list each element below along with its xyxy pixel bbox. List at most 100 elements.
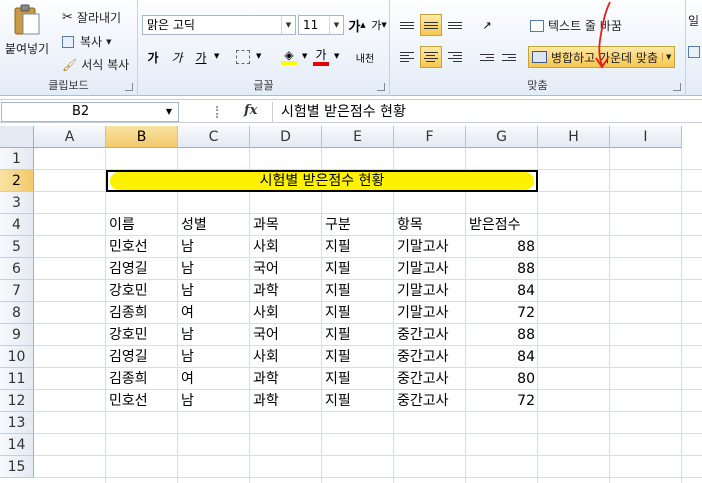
table-cell[interactable]: 여 <box>178 302 250 324</box>
copy-button[interactable]: 복사 ▼ <box>62 33 111 50</box>
align-left-button[interactable] <box>396 46 418 68</box>
table-cell[interactable]: 72 <box>466 390 538 412</box>
align-bottom-button[interactable] <box>444 14 466 36</box>
clipboard-launcher-icon[interactable] <box>125 83 133 91</box>
table-cell[interactable]: 과학 <box>250 368 322 390</box>
table-cell[interactable]: 88 <box>466 324 538 346</box>
format-painter-button[interactable]: 🖌 서식 복사 <box>62 56 129 73</box>
table-cell[interactable]: 국어 <box>250 258 322 280</box>
select-all-corner[interactable] <box>0 126 34 148</box>
merge-dropdown-icon[interactable]: ▼ <box>662 53 671 61</box>
font-color-dropdown-icon[interactable]: ▼ <box>334 52 339 60</box>
fill-color-button[interactable]: ◈ <box>278 46 300 68</box>
table-cell[interactable]: 과학 <box>250 280 322 302</box>
underline-dropdown-icon[interactable]: ▼ <box>214 52 219 60</box>
table-cell[interactable]: 사회 <box>250 302 322 324</box>
row-header-1[interactable]: 1 <box>0 148 34 170</box>
table-cell[interactable]: 지필 <box>322 390 394 412</box>
table-cell[interactable]: 지필 <box>322 324 394 346</box>
copy-dropdown-icon[interactable]: ▼ <box>106 38 111 46</box>
row-header-8[interactable]: 8 <box>0 302 34 324</box>
table-cell[interactable]: 88 <box>466 258 538 280</box>
name-box-dropdown-icon[interactable]: ▼ <box>166 103 172 121</box>
column-header-e[interactable]: E <box>322 126 394 148</box>
table-cell[interactable]: 84 <box>466 280 538 302</box>
title-cell-b2[interactable]: 시험별 받은점수 현황 <box>106 170 538 192</box>
increase-indent-button[interactable] <box>498 46 520 68</box>
bold-button[interactable]: 가 <box>142 46 164 68</box>
align-top-button[interactable] <box>396 14 418 36</box>
table-cell[interactable]: 과학 <box>250 390 322 412</box>
table-header-cell[interactable]: 이름 <box>106 214 178 236</box>
row-header-11[interactable]: 11 <box>0 368 34 390</box>
underline-button[interactable]: 가 <box>190 46 212 68</box>
table-cell[interactable]: 기말고사 <box>394 236 466 258</box>
column-header-g[interactable]: G <box>466 126 538 148</box>
row-header-5[interactable]: 5 <box>0 236 34 258</box>
number-group-partial[interactable]: 일 <box>688 12 699 29</box>
table-cell[interactable]: 남 <box>178 236 250 258</box>
table-cell[interactable]: 강호민 <box>106 324 178 346</box>
table-cell[interactable]: 지필 <box>322 302 394 324</box>
table-cell[interactable]: 여 <box>178 368 250 390</box>
table-cell[interactable]: 지필 <box>322 346 394 368</box>
phonetic-button[interactable]: 내천 <box>350 46 380 68</box>
font-name-combo[interactable]: 맑은 고딕 ▼ <box>142 15 296 35</box>
alignment-launcher-icon[interactable] <box>673 83 681 91</box>
fill-color-dropdown-icon[interactable]: ▼ <box>302 52 307 60</box>
table-cell[interactable]: 민호선 <box>106 236 178 258</box>
table-cell[interactable]: 김영길 <box>106 258 178 280</box>
table-cell[interactable]: 남 <box>178 346 250 368</box>
table-cell[interactable]: 남 <box>178 280 250 302</box>
table-cell[interactable]: 김종희 <box>106 302 178 324</box>
row-header-15[interactable]: 15 <box>0 456 34 478</box>
paste-button[interactable]: 붙여넣기 <box>4 4 50 62</box>
table-header-cell[interactable]: 성별 <box>178 214 250 236</box>
table-cell[interactable]: 강호민 <box>106 280 178 302</box>
column-header-a[interactable]: A <box>34 126 106 148</box>
spreadsheet-grid[interactable]: ABCDEFGHI 1 2 3 4 5 6 7 8 9 10 11 12 13 14 15 시험별 받은점수… <box>0 126 702 483</box>
table-cell[interactable]: 남 <box>178 324 250 346</box>
table-cell[interactable]: 중간고사 <box>394 368 466 390</box>
table-cell[interactable]: 88 <box>466 236 538 258</box>
table-cell[interactable]: 84 <box>466 346 538 368</box>
orientation-button[interactable]: ↗ <box>476 14 498 36</box>
table-cell[interactable]: 지필 <box>322 236 394 258</box>
table-cell[interactable]: 중간고사 <box>394 390 466 412</box>
number-format-partial[interactable] <box>688 46 700 58</box>
grow-font-button[interactable]: 가 ▲ <box>346 14 368 36</box>
table-cell[interactable]: 72 <box>466 302 538 324</box>
decrease-indent-button[interactable] <box>476 46 498 68</box>
align-right-button[interactable] <box>444 46 466 68</box>
row-header-4[interactable]: 4 <box>0 214 34 236</box>
table-cell[interactable]: 남 <box>178 390 250 412</box>
shrink-font-button[interactable]: 가 ▼ <box>368 14 390 36</box>
table-cell[interactable]: 김종희 <box>106 368 178 390</box>
border-button[interactable] <box>232 46 254 68</box>
table-cell[interactable]: 지필 <box>322 258 394 280</box>
table-cell[interactable]: 중간고사 <box>394 324 466 346</box>
table-cell[interactable]: 지필 <box>322 368 394 390</box>
table-header-cell[interactable]: 받은점수 <box>466 214 538 236</box>
table-header-cell[interactable]: 항목 <box>394 214 466 236</box>
font-name-dropdown-icon[interactable]: ▼ <box>281 16 295 34</box>
insert-function-icon[interactable]: fx <box>244 103 257 118</box>
formula-input[interactable]: 시험별 받은점수 현황 <box>272 102 700 122</box>
table-cell[interactable]: 중간고사 <box>394 346 466 368</box>
table-cell[interactable]: 김영길 <box>106 346 178 368</box>
row-header-10[interactable]: 10 <box>0 346 34 368</box>
row-header-7[interactable]: 7 <box>0 280 34 302</box>
row-header-3[interactable]: 3 <box>0 192 34 214</box>
table-cell[interactable]: 기말고사 <box>394 302 466 324</box>
table-header-cell[interactable]: 구분 <box>322 214 394 236</box>
name-box[interactable]: B2 ▼ <box>1 102 179 122</box>
font-launcher-icon[interactable] <box>377 83 385 91</box>
font-size-combo[interactable]: 11 ▼ <box>298 15 344 35</box>
column-header-h[interactable]: H <box>538 126 610 148</box>
font-size-dropdown-icon[interactable]: ▼ <box>329 16 343 34</box>
table-cell[interactable]: 기말고사 <box>394 258 466 280</box>
table-cell[interactable]: 사회 <box>250 346 322 368</box>
row-header-13[interactable]: 13 <box>0 412 34 434</box>
column-header-d[interactable]: D <box>250 126 322 148</box>
border-dropdown-icon[interactable]: ▼ <box>256 52 261 60</box>
